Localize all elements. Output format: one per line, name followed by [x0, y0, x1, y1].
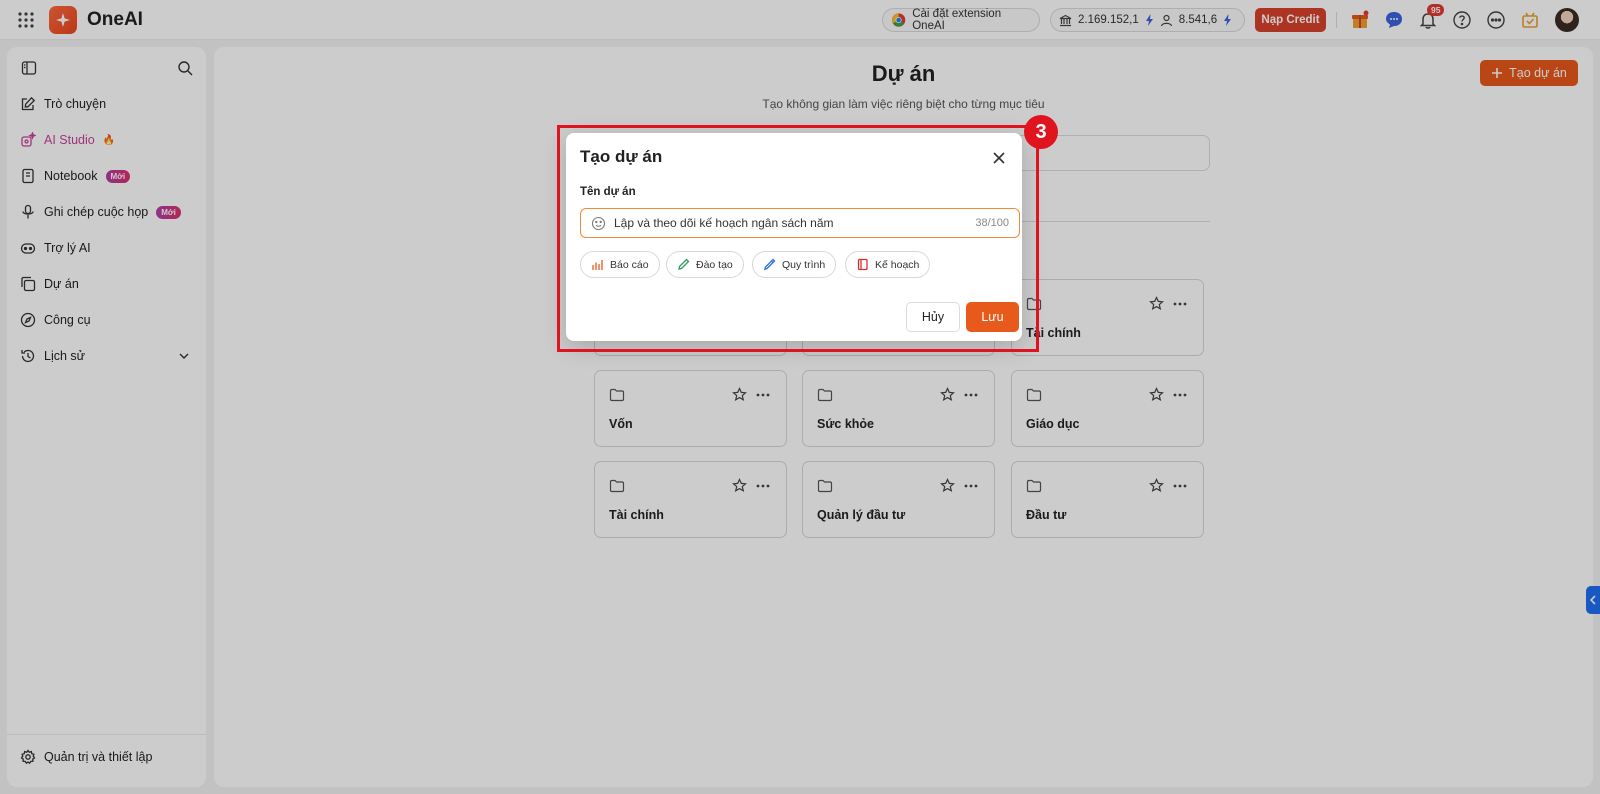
tutorial-highlight-box [557, 125, 1039, 352]
modal-backdrop[interactable] [0, 0, 1600, 794]
tutorial-step-badge: 3 [1024, 115, 1058, 149]
